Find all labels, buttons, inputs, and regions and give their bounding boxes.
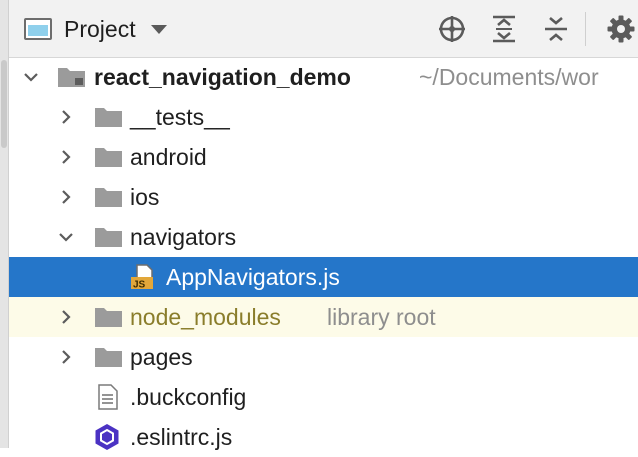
chevron-right-icon[interactable] (57, 148, 75, 166)
tree-item-label: .eslintrc.js (130, 424, 233, 450)
tree-row-node-modules[interactable]: node_modules library root (9, 297, 638, 337)
project-tree: react_navigation_demo ~/Documents/wor __… (9, 57, 638, 450)
project-window-icon (24, 18, 52, 40)
folder-icon (95, 148, 122, 167)
tree-item-label: __tests__ (130, 104, 230, 130)
tree-row-android[interactable]: android (9, 137, 638, 177)
project-view-selector[interactable]: Project (24, 12, 167, 46)
folder-icon (95, 108, 122, 127)
chevron-right-icon[interactable] (57, 348, 75, 366)
svg-text:JS: JS (133, 280, 146, 291)
module-folder-icon (58, 68, 85, 87)
folder-icon (95, 348, 122, 367)
library-root-hint: library root (327, 304, 436, 330)
eslint-icon (95, 424, 119, 450)
chevron-down-icon[interactable] (57, 228, 75, 246)
folder-icon (95, 308, 122, 327)
js-file-icon: JS (131, 264, 153, 291)
view-title: Project (64, 15, 136, 42)
folder-icon (95, 228, 122, 247)
tree-row-root[interactable]: react_navigation_demo ~/Documents/wor (9, 57, 638, 97)
tree-item-label: pages (130, 344, 193, 370)
tree-row-tests[interactable]: __tests__ (9, 97, 638, 137)
chevron-right-icon[interactable] (57, 108, 75, 126)
chevron-right-icon[interactable] (57, 308, 75, 326)
scrollbar-thumb[interactable] (1, 60, 7, 148)
folder-icon (95, 188, 122, 207)
tree-item-label: .buckconfig (130, 384, 247, 410)
tree-row-navigators[interactable]: navigators (9, 217, 638, 257)
root-project-name: react_navigation_demo (94, 64, 351, 90)
expand-all-icon[interactable] (489, 14, 519, 44)
tree-row-appnavigators-selected[interactable]: JS AppNavigators.js (9, 257, 638, 297)
toolbar-separator (585, 12, 586, 46)
locate-icon[interactable] (437, 14, 467, 44)
tree-row-ios[interactable]: ios (9, 177, 638, 217)
tree-row-buckconfig[interactable]: .buckconfig (9, 377, 638, 417)
collapse-all-icon[interactable] (541, 14, 571, 44)
panel-edge-scrollbar[interactable] (0, 0, 9, 448)
tree-item-label: android (130, 144, 207, 170)
tree-item-label: ios (130, 184, 160, 210)
chevron-right-icon[interactable] (57, 188, 75, 206)
tree-row-pages[interactable]: pages (9, 337, 638, 377)
root-project-path: ~/Documents/wor (419, 64, 599, 90)
tree-item-label: node_modules (130, 304, 281, 330)
tree-item-label: navigators (130, 224, 237, 250)
settings-icon[interactable] (606, 14, 636, 44)
tree-row-eslintrc[interactable]: .eslintrc.js (9, 417, 638, 457)
chevron-down-icon (150, 24, 167, 34)
chevron-down-icon[interactable] (22, 68, 40, 86)
project-toolbar: Project (0, 0, 638, 58)
text-file-icon (98, 384, 118, 410)
tree-item-label: AppNavigators.js (166, 264, 340, 290)
